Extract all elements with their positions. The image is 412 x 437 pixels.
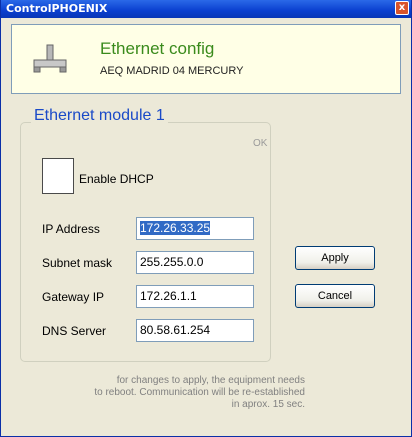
close-button[interactable]: x	[395, 1, 409, 15]
dhcp-label: Enable DHCP	[79, 172, 154, 186]
reboot-note-line1: for changes to apply, the equipment need…	[116, 375, 305, 386]
title-bar[interactable]: ControlPHOENIX x	[1, 0, 411, 18]
gateway-ip-label: Gateway IP	[42, 290, 105, 304]
dns-server-value: 80.58.61.254	[140, 323, 211, 337]
dns-server-label: DNS Server	[42, 324, 107, 338]
gateway-ip-value: 172.26.1.1	[140, 289, 197, 303]
ip-address-value: 172.26.33.25	[140, 221, 211, 235]
subnet-mask-value: 255.255.0.0	[140, 255, 204, 269]
network-connector-icon	[33, 44, 67, 73]
window-title: ControlPHOENIX	[6, 2, 108, 15]
close-icon: x	[398, 2, 406, 13]
apply-button[interactable]: Apply	[295, 246, 375, 270]
reboot-note: for changes to apply, the equipment need…	[11, 375, 305, 411]
status-ok-label: OK	[253, 138, 268, 149]
ip-address-label: IP Address	[42, 222, 100, 236]
header-banner: Ethernet config AEQ MADRID 04 MERCURY	[11, 24, 401, 94]
device-name: AEQ MADRID 04 MERCURY	[100, 65, 244, 77]
dhcp-checkbox[interactable]	[42, 158, 74, 194]
reboot-note-line2: to reboot. Communication will be re-esta…	[94, 387, 305, 398]
cancel-button[interactable]: Cancel	[295, 284, 375, 308]
subnet-mask-field[interactable]: 255.255.0.0	[136, 251, 254, 274]
subnet-mask-label: Subnet mask	[42, 256, 113, 270]
gateway-ip-field[interactable]: 172.26.1.1	[136, 285, 254, 308]
group-title: Ethernet module 1	[31, 107, 168, 125]
dialog-window: ControlPHOENIX x Ethernet config AEQ MAD…	[0, 0, 412, 437]
banner-heading: Ethernet config	[100, 39, 215, 58]
ip-address-field[interactable]: 172.26.33.25	[136, 217, 254, 240]
reboot-note-line3: in aprox. 15 sec.	[231, 399, 305, 410]
dns-server-field[interactable]: 80.58.61.254	[136, 319, 254, 342]
